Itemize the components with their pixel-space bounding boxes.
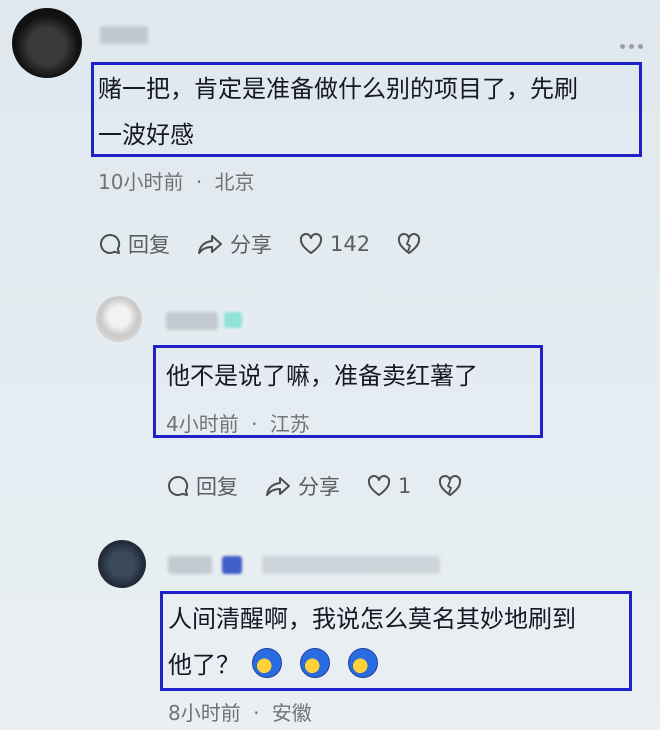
- reply-text-2-line2-text: 他了？: [168, 651, 240, 679]
- meta-separator: ·: [195, 170, 203, 194]
- reply-badge-blurred-1: [224, 312, 242, 328]
- more-dots-icon[interactable]: [620, 44, 643, 49]
- emoji-icon: [300, 648, 330, 678]
- share-button[interactable]: 分享: [196, 229, 272, 259]
- reply-text-2-line1: 人间清醒啊，我说怎么莫名其妙地刷到: [168, 605, 576, 633]
- share-label: 分享: [230, 233, 272, 257]
- reply-bubble-icon: [100, 233, 121, 254]
- reply-time-1: 4小时前: [166, 412, 239, 436]
- meta-separator: ·: [253, 701, 260, 725]
- share-arrow-icon: [266, 477, 290, 496]
- reply-meta-2: 8小时前 · 安徽: [168, 697, 312, 726]
- like-count: 1: [398, 474, 412, 498]
- meta-separator: ·: [251, 412, 258, 436]
- reply-location-1: 江苏: [269, 412, 310, 436]
- like-count: 142: [330, 232, 371, 256]
- commenter-name-blurred[interactable]: [100, 26, 148, 44]
- comment-time: 10小时前: [98, 170, 184, 194]
- heart-icon: [367, 474, 391, 496]
- reply-bubble-icon: [168, 475, 189, 496]
- comment-meta: 10小时前 · 北京: [98, 166, 255, 195]
- reply-label: 回复: [128, 233, 170, 257]
- comment-text: 赌一把，肯定是准备做什么别的项目了，先刷 一波好感: [98, 66, 638, 158]
- comment-location: 北京: [214, 170, 255, 194]
- reply-name-blurred-2[interactable]: [168, 556, 212, 574]
- reply-name-blurred-1[interactable]: [166, 312, 218, 330]
- reply-to-name-blurred-2: [262, 556, 440, 574]
- reply-location-2: 安徽: [271, 701, 312, 725]
- share-button[interactable]: 分享: [264, 471, 340, 501]
- like-button[interactable]: 142: [298, 232, 370, 256]
- reply-text-2-line2: 他了？: [168, 642, 628, 688]
- reply-text-1: 他不是说了嘛，准备卖红薯了: [166, 362, 478, 390]
- emoji-icon: [252, 648, 282, 678]
- broken-heart-icon: [439, 474, 462, 496]
- reply-text-2: 人间清醒啊，我说怎么莫名其妙地刷到 他了？: [168, 596, 628, 688]
- reply-label: 回复: [196, 475, 238, 499]
- reply-time-2: 8小时前: [168, 701, 241, 725]
- dislike-button[interactable]: [437, 474, 469, 498]
- reply-meta-1: 4小时前 · 江苏: [166, 408, 310, 437]
- reply-button[interactable]: 回复: [166, 471, 238, 501]
- comment-actions: 回复 分享 142: [98, 229, 454, 259]
- emoji-icon: [348, 648, 378, 678]
- comment-text-line2: 一波好感: [98, 121, 194, 149]
- dislike-button[interactable]: [396, 232, 428, 256]
- broken-heart-icon: [398, 232, 421, 254]
- reply-badge-blurred-2: [222, 556, 242, 574]
- reply-actions-1: 回复 分享 1: [166, 471, 495, 501]
- reply-avatar-1[interactable]: [96, 296, 142, 342]
- share-arrow-icon: [198, 235, 222, 254]
- heart-icon: [299, 232, 323, 254]
- reply-avatar-2[interactable]: [98, 540, 146, 588]
- reply-button[interactable]: 回复: [98, 229, 170, 259]
- comment-text-line1: 赌一把，肯定是准备做什么别的项目了，先刷: [98, 75, 578, 103]
- commenter-avatar[interactable]: [12, 8, 82, 78]
- like-button[interactable]: 1: [366, 474, 411, 498]
- share-label: 分享: [298, 475, 340, 499]
